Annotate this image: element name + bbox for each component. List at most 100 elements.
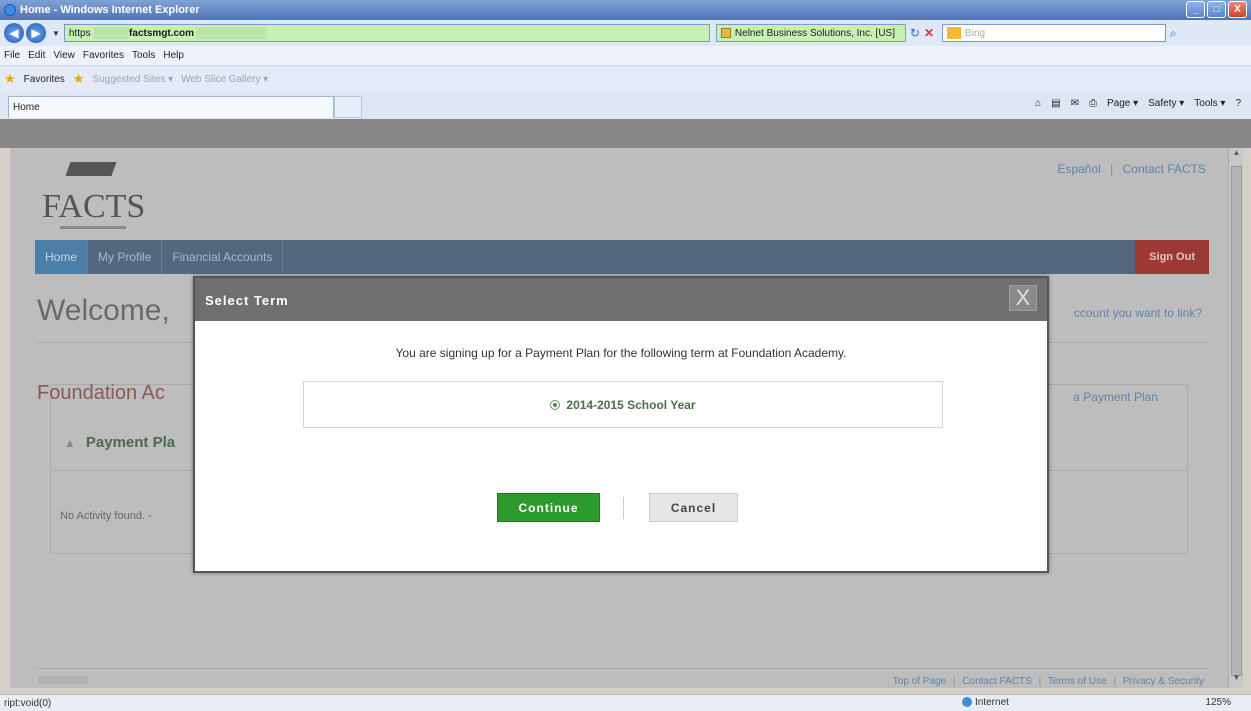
top-of-page-link[interactable]: Top of Page xyxy=(893,676,946,687)
add-favorite-icon[interactable]: ★ xyxy=(73,71,85,87)
lock-icon xyxy=(720,28,731,38)
contact-facts-link[interactable]: Contact FACTS xyxy=(1123,162,1206,176)
url-host: factsmgt.com xyxy=(129,27,195,39)
tools-menu[interactable]: Tools ▾ xyxy=(1194,98,1225,109)
divider xyxy=(35,668,1209,669)
globe-icon xyxy=(962,697,972,708)
site-navbar: Home My Profile Financial Accounts Sign … xyxy=(35,240,1209,274)
modal-message: You are signing up for a Payment Plan fo… xyxy=(395,346,847,360)
logo-text: FACTS xyxy=(42,188,146,225)
tab-label: Home xyxy=(13,102,40,113)
zone-label: Internet xyxy=(975,697,1009,708)
page-frame-top xyxy=(0,119,1251,148)
sign-out-button[interactable]: Sign Out xyxy=(1135,240,1209,274)
menu-edit[interactable]: Edit xyxy=(28,50,45,61)
refresh-icon[interactable]: ↻ xyxy=(910,26,920,40)
tab-row: Home ⌂ ▤ ✉ ⎙ Page ▾ Safety ▾ Tools ▾ ? xyxy=(0,92,1251,148)
menu-view[interactable]: View xyxy=(53,50,75,61)
zoom-level[interactable]: 125% xyxy=(1205,697,1231,708)
school-name: Foundation Ac xyxy=(37,382,165,404)
forward-button[interactable]: ▶ xyxy=(26,23,46,43)
page-menu[interactable]: Page ▾ xyxy=(1107,98,1138,109)
address-input[interactable]: https ▒▒▒▒▒ factsmgt.com ▒▒▒▒▒▒▒▒▒▒ xyxy=(63,24,710,42)
history-dropdown-icon[interactable]: ▼ xyxy=(52,29,60,38)
payment-plan-section-header[interactable]: ▲ Payment Pla xyxy=(64,434,175,451)
maximize-button[interactable]: □ xyxy=(1207,1,1226,18)
menu-bar: File Edit View Favorites Tools Help xyxy=(0,46,1251,66)
scroll-thumb[interactable] xyxy=(1231,166,1242,676)
minimize-button[interactable]: _ xyxy=(1186,1,1205,18)
vertical-scrollbar[interactable]: ▲ ▼ xyxy=(1228,148,1243,688)
term-radio[interactable] xyxy=(550,399,561,410)
separator: | xyxy=(1110,162,1114,176)
term-label[interactable]: 2014-2015 School Year xyxy=(566,398,695,412)
copyright-text xyxy=(38,676,88,684)
espanol-link[interactable]: Español xyxy=(1057,162,1100,176)
status-bar: ript:void(0) Internet 125% xyxy=(0,694,1251,711)
footer-links: Top of Page | Contact FACTS | Terms of U… xyxy=(893,676,1204,687)
search-icon[interactable]: ⌕ xyxy=(1170,26,1177,41)
chevron-up-icon: ▲ xyxy=(64,436,76,450)
suggested-sites-link[interactable]: Suggested Sites ▾ xyxy=(92,74,173,85)
url-blurred-segment: ▒▒▒▒▒ xyxy=(93,27,130,39)
ie-icon xyxy=(4,4,16,16)
cancel-button[interactable]: Cancel xyxy=(649,493,738,522)
window-title: Home - Windows Internet Explorer xyxy=(20,4,200,16)
favorites-star-icon: ★ xyxy=(4,71,16,86)
page-controls: ↻ ✕ xyxy=(910,26,934,40)
terms-of-use-link[interactable]: Terms of Use xyxy=(1048,676,1107,687)
safety-menu[interactable]: Safety ▾ xyxy=(1148,98,1184,109)
tab-home[interactable]: Home xyxy=(8,96,334,118)
new-tab-button[interactable] xyxy=(334,96,362,118)
print-icon[interactable]: ⎙ xyxy=(1089,98,1097,109)
menu-favorites[interactable]: Favorites xyxy=(83,50,124,61)
nav-financial-accounts[interactable]: Financial Accounts xyxy=(162,240,284,274)
scroll-down-icon[interactable]: ▼ xyxy=(1229,673,1244,688)
command-bar: ⌂ ▤ ✉ ⎙ Page ▾ Safety ▾ Tools ▾ ? xyxy=(1035,98,1241,109)
url-protocol: https xyxy=(68,27,91,39)
term-option[interactable]: 2014-2015 School Year xyxy=(303,381,943,428)
feeds-icon[interactable]: ▤ xyxy=(1051,98,1060,109)
address-toolbar: ◀ ▶ ▼ https ▒▒▒▒▒ factsmgt.com ▒▒▒▒▒▒▒▒▒… xyxy=(0,20,1251,46)
privacy-security-link[interactable]: Privacy & Security xyxy=(1123,676,1204,687)
payment-plan-title: Payment Pla xyxy=(85,434,176,451)
url-blurred-segment: ▒▒▒▒▒▒▒▒▒▒ xyxy=(196,27,267,39)
help-menu[interactable]: ? xyxy=(1235,98,1241,109)
close-window-button[interactable]: X xyxy=(1228,1,1247,18)
graduation-cap-icon xyxy=(65,162,117,176)
search-placeholder: Bing xyxy=(965,27,986,39)
facts-logo: FACTS xyxy=(38,160,158,232)
menu-help[interactable]: Help xyxy=(163,50,184,61)
cert-owner: Nelnet Business Solutions, Inc. [US] xyxy=(734,27,895,39)
button-divider xyxy=(623,497,624,519)
scroll-up-icon[interactable]: ▲ xyxy=(1229,148,1244,163)
separator: | xyxy=(1038,676,1042,687)
menu-file[interactable]: File xyxy=(4,50,20,61)
status-text: ript:void(0) xyxy=(4,697,52,709)
logo-tagline xyxy=(60,226,126,229)
web-slice-gallery-link[interactable]: Web Slice Gallery ▾ xyxy=(181,74,268,85)
modal-title: Select Term xyxy=(205,293,289,308)
modal-header: Select Term X xyxy=(195,278,1047,321)
separator: | xyxy=(1113,676,1117,687)
home-icon[interactable]: ⌂ xyxy=(1035,98,1041,109)
select-term-modal: Select Term X You are signing up for a P… xyxy=(193,276,1049,573)
separator: | xyxy=(952,676,956,687)
link-account-link[interactable]: ccount you want to link? xyxy=(1074,306,1202,320)
nav-my-profile[interactable]: My Profile xyxy=(88,240,163,274)
search-input[interactable]: Bing xyxy=(942,24,1167,42)
mail-icon[interactable]: ✉ xyxy=(1071,98,1079,109)
modal-close-button[interactable]: X xyxy=(1009,285,1037,311)
top-links: Español | Contact FACTS xyxy=(1057,162,1206,176)
back-button[interactable]: ◀ xyxy=(4,23,24,43)
nav-home[interactable]: Home xyxy=(35,240,89,274)
security-certificate[interactable]: Nelnet Business Solutions, Inc. [US] xyxy=(715,24,906,42)
footer-contact-link[interactable]: Contact FACTS xyxy=(962,676,1031,687)
continue-button[interactable]: Continue xyxy=(497,493,600,522)
security-zone: Internet xyxy=(962,697,1009,708)
favorites-button[interactable]: Favorites xyxy=(24,74,65,85)
payment-plan-link[interactable]: a Payment Plan xyxy=(1073,390,1158,404)
menu-tools[interactable]: Tools xyxy=(132,50,155,61)
stop-icon[interactable]: ✕ xyxy=(924,26,934,40)
window-controls: _ □ X xyxy=(1186,1,1247,18)
